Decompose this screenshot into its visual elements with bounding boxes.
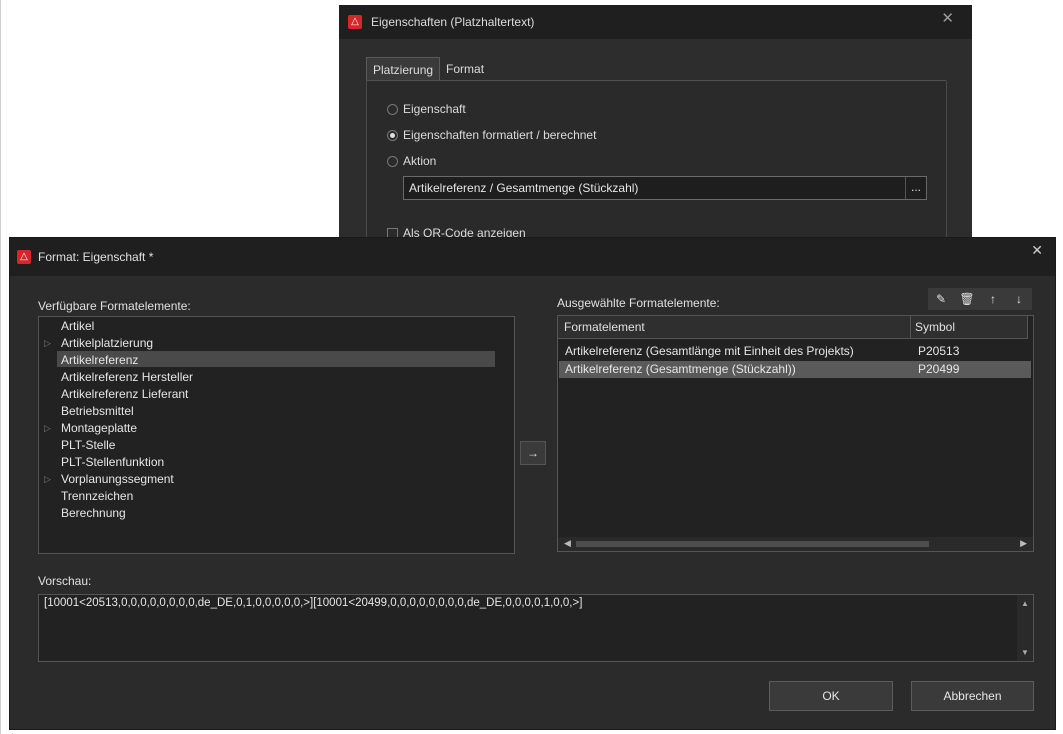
grid-toolbar: ✎ 🗑 ↑ ↓ [928,288,1032,310]
column-header-formatelement[interactable]: Formatelement [564,320,645,334]
list-item-label: Artikelplatzierung [61,336,154,350]
option-eigenschaft[interactable]: Eigenschaft [387,102,466,116]
format-title: Format: Eigenschaft * [38,250,154,264]
selected-grid[interactable]: Formatelement Symbol Artikelreferenz (Ge… [557,315,1034,552]
table-row[interactable]: Artikelreferenz (Gesamtlänge mit Einheit… [559,343,1031,360]
move-down-icon[interactable]: ↓ [1006,288,1032,310]
list-item-label: Artikelreferenz Lieferant [61,387,189,401]
close-icon[interactable]: ✕ [1031,242,1043,259]
scroll-up-icon[interactable]: ▲ [1021,599,1029,608]
vertical-scrollbar[interactable]: ▲ ▼ [1017,595,1033,661]
list-item-label: Berechnung [61,506,126,520]
preview-label: Vorschau: [38,574,92,588]
qr-code-option[interactable]: Als QR-Code anzeigen [387,226,526,237]
list-item-label: PLT-Stelle [61,438,116,452]
properties-titlebar: Eigenschaften (Platzhaltertext) [339,5,972,39]
format-dialog: Format: Eigenschaft * ✕ Verfügbare Forma… [9,237,1056,730]
cancel-button[interactable]: Abbrechen [911,681,1034,711]
grid-header: Formatelement Symbol [558,316,1028,339]
column-header-symbol[interactable]: Symbol [915,320,955,334]
property-combo-value: Artikelreferenz / Gesamtmenge (Stückzahl… [409,181,639,195]
list-item-label: PLT-Stellenfunktion [61,455,165,469]
column-divider[interactable] [910,316,911,338]
selected-label: Ausgewählte Formatelemente: [557,296,720,310]
list-item-label: Vorplanungssegment [61,472,174,486]
frame-left-line [0,0,1,734]
list-item-label: Artikelreferenz [61,353,139,367]
move-up-icon[interactable]: ↑ [980,288,1006,310]
expand-icon[interactable]: ▷ [44,420,51,436]
qr-code-checkbox[interactable] [387,227,398,237]
row-element: Artikelreferenz (Gesamtlänge mit Einheit… [565,344,854,358]
close-icon[interactable]: ✕ [941,9,954,27]
list-item-label: Trennzeichen [61,489,134,503]
list-item-label: Montageplatte [61,421,138,435]
available-label: Verfügbare Formatelemente: [38,299,191,313]
option-formatiert[interactable]: Eigenschaften formatiert / berechnet [387,128,596,142]
expand-icon[interactable]: ▷ [44,335,51,351]
available-list[interactable]: Artikel ▷ Artikelplatzierung Artikelrefe… [38,316,515,554]
list-item-label: Artikel [61,319,95,333]
preview-text: [10001<20513,0,0,0,0,0,0,0,0,de_DE,0,1,0… [44,597,583,609]
list-item-label: Betriebsmittel [61,404,134,418]
radio-aktion[interactable] [387,155,398,167]
browse-button[interactable]: ... [905,177,926,199]
column-divider[interactable] [1027,316,1028,338]
option-eigenschaft-label: Eigenschaft [403,102,466,116]
list-item-label: Artikelreferenz Hersteller [61,370,194,384]
app-logo-icon [348,15,362,29]
format-titlebar: Format: Eigenschaft * [10,238,1055,276]
scroll-left-icon[interactable]: ◀ [564,538,571,549]
add-element-button[interactable]: → [520,441,546,465]
table-row-selected[interactable]: Artikelreferenz (Gesamtmenge (Stückzahl)… [559,361,1031,378]
expand-icon[interactable]: ▷ [44,471,51,487]
properties-dialog: Eigenschaften (Platzhaltertext) ✕ Platzi… [339,5,972,237]
qr-code-label: Als QR-Code anzeigen [403,226,526,237]
row-symbol: P20499 [918,362,960,376]
option-aktion[interactable]: Aktion [387,154,436,168]
preview-textbox[interactable]: [10001<20513,0,0,0,0,0,0,0,0,de_DE,0,1,0… [38,594,1034,662]
edit-icon[interactable]: ✎ [928,288,954,310]
delete-icon[interactable]: 🗑 [954,288,980,310]
scroll-thumb[interactable] [576,541,929,547]
radio-eigenschaft[interactable] [387,103,398,115]
properties-tabs: Platzierung Format [366,57,490,82]
option-formatiert-label: Eigenschaften formatiert / berechnet [403,128,597,142]
row-element: Artikelreferenz (Gesamtmenge (Stückzahl)… [565,362,796,376]
ok-button[interactable]: OK [769,681,893,711]
tab-platzierung[interactable]: Platzierung [366,57,441,82]
scroll-right-icon[interactable]: ▶ [1020,538,1027,549]
horizontal-scrollbar[interactable]: ◀ ▶ [558,537,1033,551]
row-symbol: P20513 [918,344,960,358]
app-logo-icon [17,250,31,264]
tab-format[interactable]: Format [440,57,490,81]
radio-formatiert[interactable] [387,129,398,141]
option-aktion-label: Aktion [403,154,437,168]
properties-title: Eigenschaften (Platzhaltertext) [371,15,535,29]
property-combo[interactable]: Artikelreferenz / Gesamtmenge (Stückzahl… [403,176,927,200]
scroll-down-icon[interactable]: ▼ [1021,648,1029,657]
